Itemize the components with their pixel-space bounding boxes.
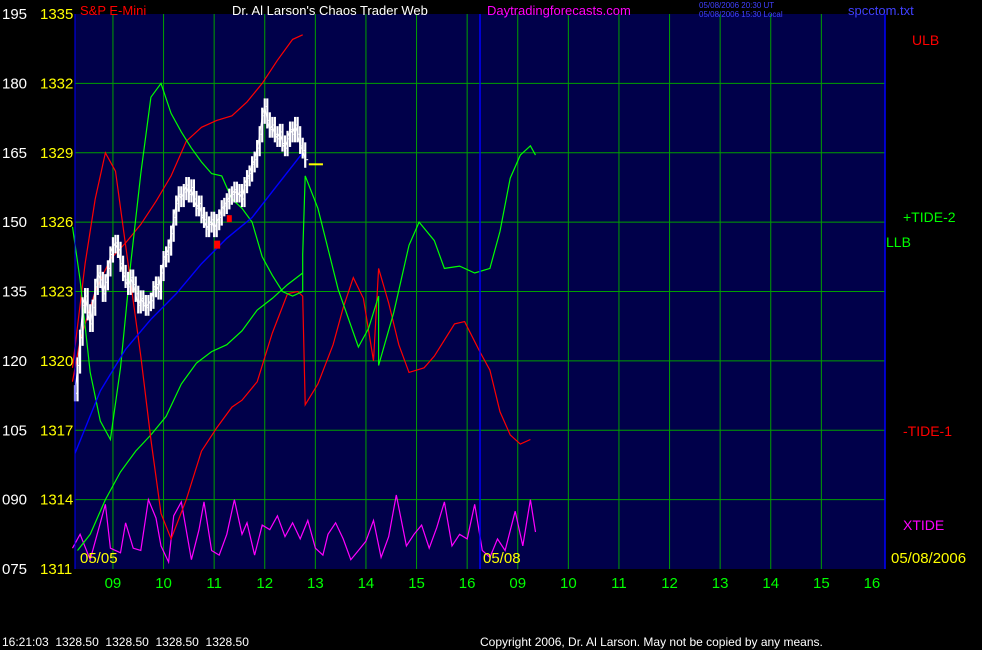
- date-label-mid: 05/08: [483, 550, 521, 567]
- price-axis-tick: 1314: [40, 492, 73, 509]
- red-marker: [226, 215, 232, 223]
- tide-minus-label: -TIDE-1: [903, 423, 952, 439]
- tide-plus-label: +TIDE-2: [903, 209, 956, 225]
- timestamp-ut: 05/08/2006 20:30 UT: [699, 1, 774, 10]
- left-axis: 195 180 165 150 135 120 105 090 075: [2, 6, 27, 578]
- timestamp-local: 05/08/2006 15:30 Local: [699, 10, 783, 19]
- hour-tick: 13: [307, 575, 324, 592]
- hour-tick: 11: [611, 575, 627, 592]
- instrument-label: S&P E-Mini: [80, 3, 146, 18]
- hour-tick: 10: [560, 575, 577, 592]
- xtide-label: XTIDE: [903, 517, 944, 533]
- left-axis-tick: 120: [2, 353, 27, 370]
- left-axis-tick: 075: [2, 561, 27, 578]
- site-name: Daytradingforecasts.com: [487, 3, 631, 18]
- left-axis-tick: 165: [2, 145, 27, 162]
- price-axis-tick: 1332: [40, 75, 73, 92]
- hour-tick: 14: [762, 575, 779, 592]
- price-axis-tick: 1329: [40, 145, 73, 162]
- left-axis-tick: 180: [2, 75, 27, 92]
- hour-tick: 16: [864, 575, 881, 592]
- hour-tick: 09: [509, 575, 526, 592]
- left-axis-tick: 195: [2, 6, 27, 23]
- date-label-start: 05/05: [80, 550, 118, 567]
- price-axis-tick: 1335: [40, 6, 73, 23]
- ulb-label: ULB: [912, 32, 939, 48]
- hour-tick: 09: [105, 575, 122, 592]
- price-axis-tick: 1323: [40, 284, 73, 301]
- hour-tick: 15: [813, 575, 830, 592]
- hour-tick: 13: [712, 575, 729, 592]
- left-axis-tick: 105: [2, 422, 27, 439]
- price-axis-tick: 1326: [40, 214, 73, 231]
- hour-tick: 12: [661, 575, 678, 592]
- left-axis-tick: 150: [2, 214, 27, 231]
- left-axis-tick: 090: [2, 492, 27, 509]
- left-axis-tick: 135: [2, 284, 27, 301]
- hour-tick: 14: [358, 575, 375, 592]
- copyright: Copyright 2006, Dr. Al Larson. May not b…: [480, 635, 823, 649]
- llb-label: LLB: [886, 234, 911, 250]
- chart-svg: S&P E-Mini Dr. Al Larson's Chaos Trader …: [0, 0, 982, 650]
- price-axis: 1335 1332 1329 1326 1323 1320 1317 1314 1311: [40, 6, 73, 578]
- price-axis-tick: 1317: [40, 422, 73, 439]
- chart-title: Dr. Al Larson's Chaos Trader Web: [232, 3, 428, 18]
- price-axis-tick: 1311: [40, 561, 72, 578]
- hour-tick: 12: [256, 575, 273, 592]
- price-readout: 16:21:03 1328.50 1328.50 1328.50 1328.50: [2, 635, 249, 649]
- hour-tick: 16: [459, 575, 476, 592]
- red-marker: [214, 240, 221, 249]
- date-label-end: 05/08/2006: [891, 550, 966, 567]
- price-axis-tick: 1320: [40, 353, 73, 370]
- hour-tick: 10: [155, 575, 172, 592]
- hour-tick: 15: [408, 575, 425, 592]
- hour-tick: 11: [206, 575, 222, 592]
- file-name: spcctom.txt: [848, 3, 914, 18]
